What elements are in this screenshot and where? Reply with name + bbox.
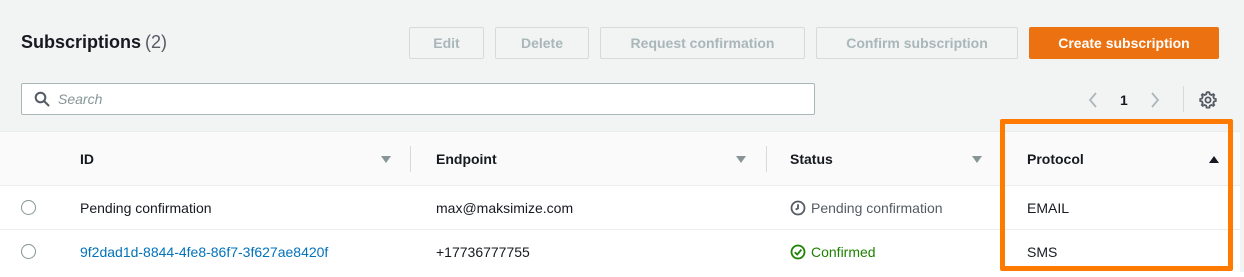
page-title: Subscriptions (2) xyxy=(21,32,167,53)
pagination: 1 xyxy=(1086,89,1162,111)
caret-down-icon[interactable] xyxy=(971,153,983,165)
row-endpoint: max@maksimize.com xyxy=(436,200,574,216)
subscriptions-panel: Subscriptions (2) Edit Delete Request con… xyxy=(0,0,1244,274)
confirm-subscription-button[interactable]: Confirm subscription xyxy=(816,27,1018,59)
table-header: ID Endpoint Status Protocol xyxy=(0,132,1240,186)
column-separator xyxy=(410,146,411,172)
clock-icon xyxy=(790,200,806,216)
column-separator xyxy=(1001,146,1002,172)
column-header-status[interactable]: Status xyxy=(790,132,833,186)
row-endpoint: +17736777755 xyxy=(436,244,530,260)
row-select-radio[interactable] xyxy=(21,244,36,259)
column-header-endpoint[interactable]: Endpoint xyxy=(436,132,497,186)
row-status-text: Confirmed xyxy=(811,244,876,260)
column-header-id[interactable]: ID xyxy=(80,132,94,186)
edit-button[interactable]: Edit xyxy=(409,27,484,59)
column-header-protocol[interactable]: Protocol xyxy=(1027,132,1084,186)
request-confirmation-button[interactable]: Request confirmation xyxy=(600,27,805,59)
column-separator xyxy=(766,146,767,172)
row-status-text: Pending confirmation xyxy=(811,200,943,216)
create-subscription-button[interactable]: Create subscription xyxy=(1029,27,1219,59)
search-box[interactable] xyxy=(21,83,815,115)
previous-page-button[interactable] xyxy=(1086,90,1100,110)
subscription-count: (2) xyxy=(145,32,168,52)
chevron-left-icon xyxy=(1088,92,1097,108)
delete-button[interactable]: Delete xyxy=(495,27,589,59)
page-title-text: Subscriptions xyxy=(21,32,142,52)
gear-icon[interactable] xyxy=(1198,90,1218,110)
next-page-button[interactable] xyxy=(1148,90,1162,110)
caret-down-icon[interactable] xyxy=(735,153,747,165)
row-status: Pending confirmation xyxy=(790,186,943,230)
caret-down-icon[interactable] xyxy=(380,153,392,165)
current-page-number[interactable]: 1 xyxy=(1120,92,1128,108)
caret-up-icon[interactable] xyxy=(1208,153,1220,165)
subscriptions-table: ID Endpoint Status Protocol Pending conf… xyxy=(0,131,1240,274)
row-id-link[interactable]: 9f2dad1d-8844-4fe8-86f7-3f627ae8420f xyxy=(80,230,328,274)
row-status: Confirmed xyxy=(790,230,876,274)
search-icon xyxy=(34,91,50,107)
row-protocol: SMS xyxy=(1027,244,1058,260)
row-select-radio[interactable] xyxy=(21,200,36,215)
row-id: Pending confirmation xyxy=(80,200,212,216)
check-circle-icon xyxy=(790,244,806,260)
page-bottom-edge xyxy=(0,272,1244,277)
row-protocol: EMAIL xyxy=(1027,200,1070,216)
pager-divider xyxy=(1183,86,1184,112)
chevron-right-icon xyxy=(1151,92,1159,108)
search-input[interactable] xyxy=(58,85,798,113)
table-row[interactable]: 9f2dad1d-8844-4fe8-86f7-3f627ae8420f +17… xyxy=(0,230,1240,274)
table-row[interactable]: Pending confirmation max@maksimize.com P… xyxy=(0,186,1240,230)
